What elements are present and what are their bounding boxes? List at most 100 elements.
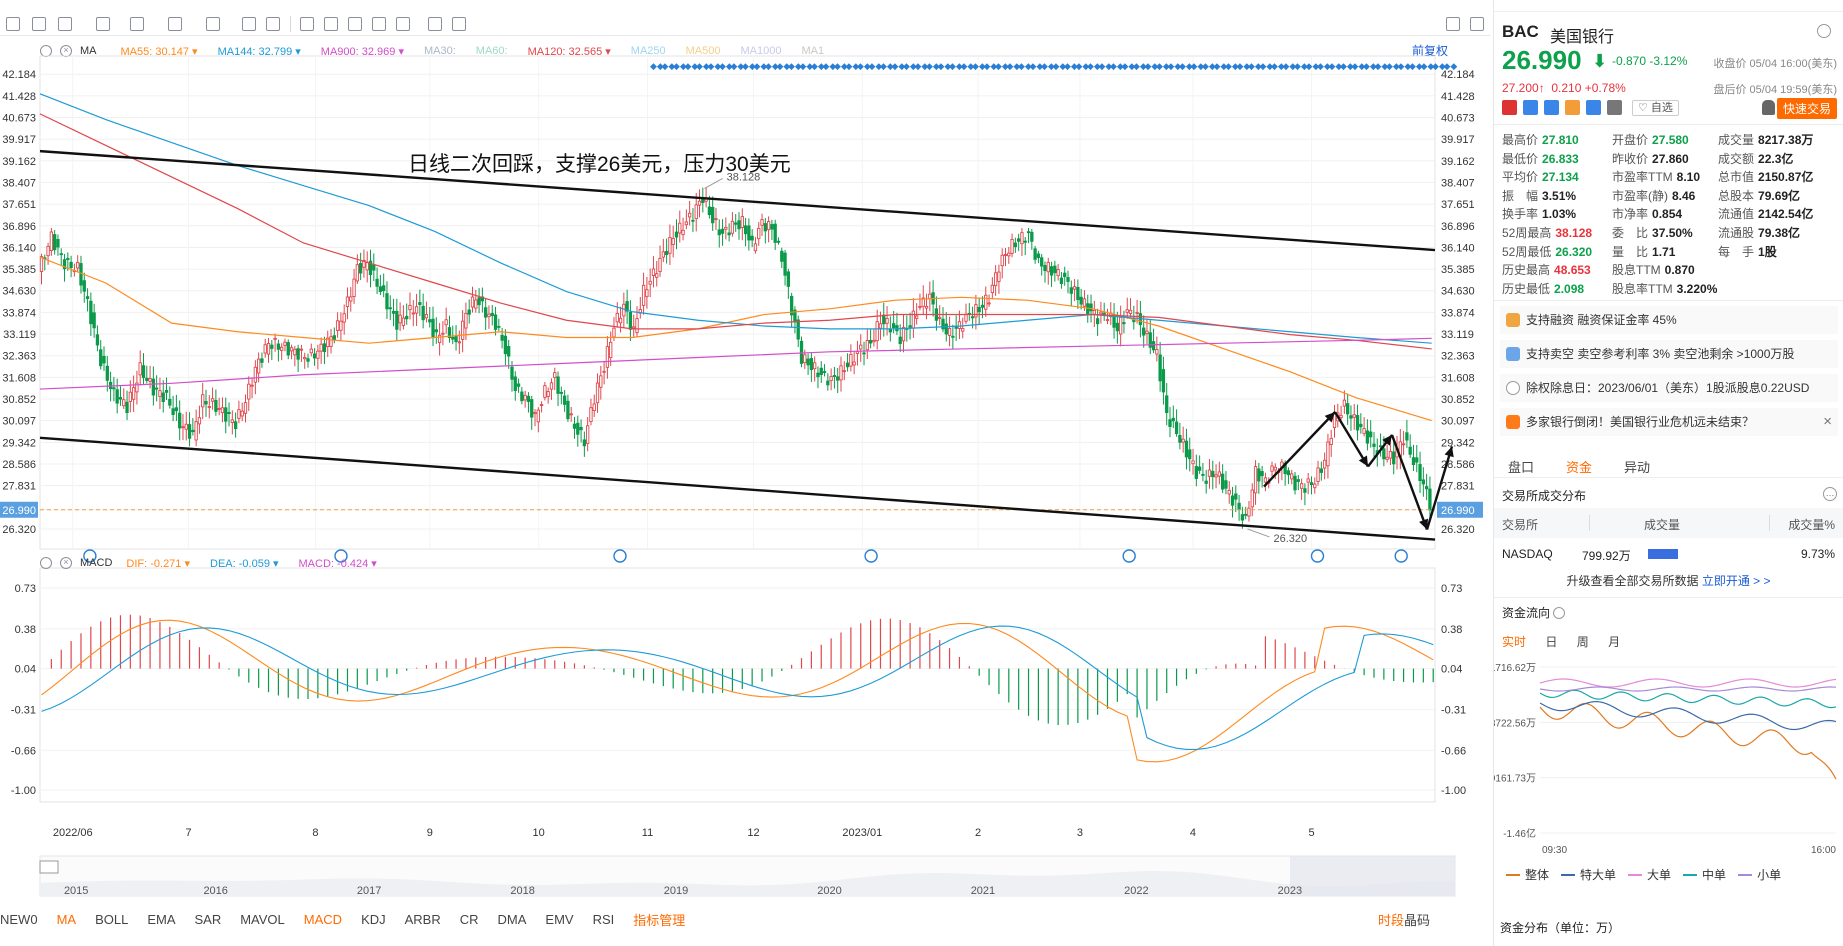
hide-icon[interactable] — [372, 17, 386, 31]
low-leader — [1247, 528, 1270, 538]
indicator-tab-rsi[interactable]: RSI — [593, 912, 615, 927]
tab-unusual[interactable]: 异动 — [1624, 457, 1650, 476]
quote-value: 79.38亿 — [1758, 226, 1801, 240]
candle-body — [164, 390, 169, 393]
indicator-tab-arbr[interactable]: ARBR — [405, 912, 441, 927]
quick-trade-button[interactable]: 快速交易 — [1776, 98, 1837, 119]
fund-flow-chart: 1716.62万 -3722.56万 -9161.73万 -1.46亿 09:30 16:… — [1494, 663, 1837, 856]
period-tab[interactable]: 时段 — [1378, 913, 1404, 928]
candle-body — [487, 313, 491, 318]
candle-body — [938, 316, 942, 319]
candle-body — [1099, 311, 1103, 315]
trash-icon[interactable] — [396, 17, 410, 31]
macd-legend-item[interactable]: DIF: -0.271 ▾ — [126, 557, 190, 570]
indicator-right[interactable]: 时段晶码 — [1378, 910, 1430, 929]
indicator-tab-mavol[interactable]: MAVOL — [240, 912, 285, 927]
code-tab[interactable]: 晶码 — [1404, 913, 1430, 928]
magnet-icon[interactable] — [324, 17, 338, 31]
candle-body — [263, 344, 267, 354]
quote-cell: 最低价 26.833 — [1502, 150, 1579, 167]
trend-line-icon[interactable] — [32, 17, 46, 31]
flow-legend-item[interactable]: 整体 — [1506, 866, 1549, 883]
flow-legend-item[interactable]: 小单 — [1738, 866, 1781, 883]
price-tick-label-right: 39.162 — [1441, 156, 1475, 168]
candle-body — [1309, 482, 1314, 486]
candle-body — [1211, 470, 1215, 478]
candle-body — [1316, 467, 1320, 482]
indicator-tab-emv[interactable]: EMV — [545, 912, 573, 927]
comment-icon[interactable] — [266, 17, 280, 31]
settings-icon[interactable] — [452, 17, 466, 31]
chart-area[interactable]: × MA MA55: 30.147 ▾ MA144: 32.799 ▾ MA900:… — [0, 38, 1490, 908]
candle-body — [207, 406, 211, 408]
quote-cell: 股息TTM 0.870 — [1612, 261, 1695, 278]
redo-icon[interactable] — [1470, 17, 1484, 31]
macd-legend: × MACD DIF: -0.271 ▾ DEA: -0.059 ▾ MACD: -… — [40, 554, 397, 572]
text-tool-icon[interactable] — [242, 17, 256, 31]
arrow-tool-icon[interactable] — [206, 17, 220, 31]
indicator-tab-ma[interactable]: MA — [57, 912, 77, 927]
add-watchlist-button[interactable]: ♡ 自选 — [1632, 100, 1679, 116]
price-tick-label-right: 29.342 — [1441, 437, 1475, 449]
gear-icon[interactable] — [1817, 24, 1831, 38]
short-notice[interactable]: 支持卖空 卖空参考利率 3% 卖空池剩余 >1000万股 — [1500, 340, 1838, 368]
macd-legend-item[interactable]: DEA: -0.059 ▾ — [210, 557, 279, 570]
indicator-tab-kdj[interactable]: KDJ — [361, 912, 386, 927]
tab-day[interactable]: 日 — [1545, 635, 1557, 649]
indicator-tab-new0[interactable]: NEW0 — [0, 912, 38, 927]
flow-legend-item[interactable]: 中单 — [1683, 866, 1726, 883]
measure-icon[interactable] — [168, 17, 182, 31]
candle-body — [1161, 369, 1166, 393]
tab-pankou[interactable]: 盘口 — [1508, 457, 1534, 476]
indicator-tab-boll[interactable]: BOLL — [95, 912, 128, 927]
macd-label[interactable]: MACD — [80, 557, 112, 569]
rectangle-icon[interactable] — [58, 17, 72, 31]
candle-body — [89, 300, 93, 325]
high-leader — [704, 178, 723, 189]
indicator-tab-sar[interactable]: SAR — [194, 912, 221, 927]
indicator-tab-cr[interactable]: CR — [460, 912, 479, 927]
more-icon[interactable]: … — [1823, 487, 1837, 501]
tab-month[interactable]: 月 — [1608, 635, 1620, 649]
tab-week[interactable]: 周 — [1577, 635, 1589, 649]
dollar-icon — [1506, 313, 1520, 327]
crosshair-icon[interactable] — [6, 17, 20, 31]
link-icon[interactable] — [428, 17, 442, 31]
channel-icon[interactable] — [130, 17, 144, 31]
undo-icon[interactable] — [1446, 17, 1460, 31]
indicator-tab-ema[interactable]: EMA — [147, 912, 175, 927]
price-tick-label-left: 36.896 — [2, 221, 36, 233]
pen-icon[interactable] — [300, 17, 314, 31]
bell-icon[interactable] — [1762, 100, 1775, 115]
quote-value: 3.51% — [1542, 188, 1577, 203]
close-icon[interactable]: × — [1823, 408, 1832, 436]
panel-tabs: 盘口 资金 异动 — [1494, 452, 1843, 478]
gear-icon[interactable] — [40, 557, 52, 569]
lock-icon[interactable] — [348, 17, 362, 31]
indicator-tab-指标管理[interactable]: 指标管理 — [633, 910, 685, 929]
news-notice[interactable]: 多家银行倒闭！美国银行业危机远未结束？ × — [1500, 408, 1838, 436]
dividend-notice[interactable]: 除权除息日：2023/06/01（美东）1股派股息0.22USD — [1500, 374, 1838, 402]
candle-body — [915, 315, 919, 319]
post-market-price: 27.200↑ 0.210 +0.78% — [1502, 81, 1626, 95]
tab-realtime[interactable]: 实时 — [1502, 635, 1526, 649]
margin-notice[interactable]: 支持融资 融资保证金率 45% — [1500, 306, 1838, 334]
indicator-tab-dma[interactable]: DMA — [498, 912, 527, 927]
candle-body — [842, 370, 846, 373]
candle-body — [1201, 473, 1205, 476]
fib-icon[interactable] — [96, 17, 110, 31]
macd-legend-item[interactable]: MACD: -0.424 ▾ — [299, 557, 377, 570]
tag-icon — [1586, 100, 1601, 115]
tab-funds[interactable]: 资金 — [1566, 457, 1592, 476]
quote-panel: BAC 美国银行 26.990 ⬇ -0.870 -3.12% 收盘价 05/0… — [1493, 0, 1843, 946]
candle-body — [579, 426, 583, 431]
open-now-link[interactable]: 立即开通 > > — [1702, 574, 1771, 588]
candle-body — [1128, 309, 1133, 314]
info-icon[interactable] — [1553, 607, 1566, 619]
flow-legend-item[interactable]: 大单 — [1628, 866, 1671, 883]
close-icon[interactable]: × — [60, 557, 72, 569]
indicator-tab-macd[interactable]: MACD — [304, 912, 342, 927]
candle-body — [681, 229, 685, 236]
flow-legend-item[interactable]: 特大单 — [1561, 866, 1616, 883]
candle-body — [474, 299, 478, 309]
